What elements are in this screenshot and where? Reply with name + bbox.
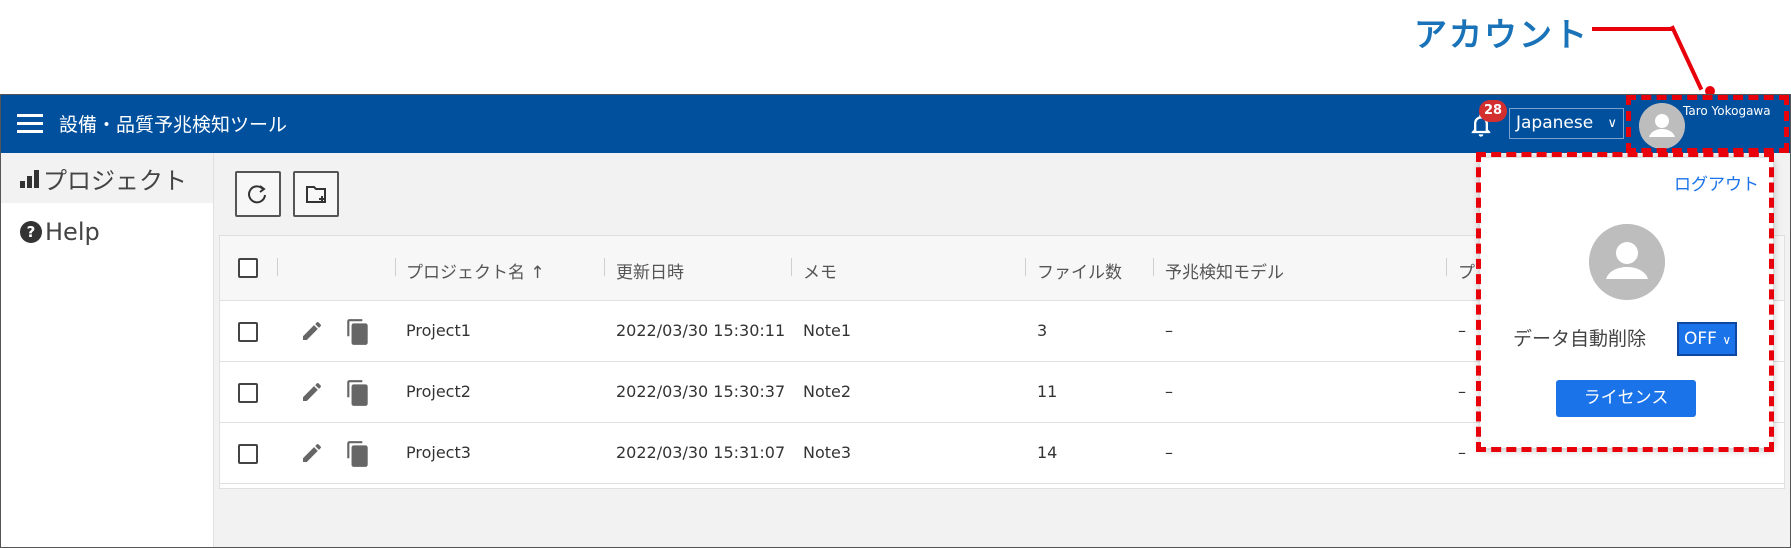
- sidebar-item-projects[interactable]: プロジェクト: [1, 153, 213, 203]
- column-separator: [1025, 258, 1026, 276]
- column-header-memo[interactable]: メモ: [803, 258, 837, 283]
- row-checkbox[interactable]: [238, 444, 258, 464]
- sidebar-item-help[interactable]: ? Help: [1, 207, 213, 257]
- cell-memo: Note3: [803, 443, 852, 462]
- sidebar: プロジェクト ? Help: [1, 153, 214, 547]
- cell-model: –: [1165, 382, 1173, 401]
- copy-icon[interactable]: [345, 318, 371, 346]
- cell-memo: Note1: [803, 321, 852, 340]
- cell-file-count: 3: [1037, 321, 1048, 340]
- row-checkbox[interactable]: [238, 322, 258, 342]
- cell-updated: 2022/03/30 15:30:11: [616, 321, 786, 340]
- help-circle-icon: ?: [20, 221, 42, 243]
- annotation-label: アカウント: [1414, 15, 1589, 54]
- cell-file-count: 11: [1037, 382, 1058, 401]
- edit-pencil-icon[interactable]: [300, 380, 324, 404]
- refresh-button[interactable]: [235, 171, 281, 217]
- notification-badge: 28: [1479, 100, 1507, 122]
- menu-highlight-frame: [1476, 152, 1774, 452]
- cell-project-name[interactable]: Project3: [406, 443, 471, 462]
- cell-project-name[interactable]: Project1: [406, 321, 471, 340]
- cell-updated: 2022/03/30 15:31:07: [616, 443, 786, 462]
- row-checkbox[interactable]: [238, 383, 258, 403]
- column-separator: [277, 258, 278, 276]
- app-title: 設備・品質予兆検知ツール: [59, 114, 288, 136]
- edit-pencil-icon[interactable]: [300, 441, 324, 465]
- cell-extra: –: [1458, 321, 1466, 340]
- column-header-updated[interactable]: 更新日時: [616, 258, 684, 283]
- cell-updated: 2022/03/30 15:30:37: [616, 382, 786, 401]
- column-header-project-name[interactable]: プロジェクト名 ↑: [406, 258, 545, 283]
- column-separator: [604, 258, 605, 276]
- new-folder-button[interactable]: [293, 171, 339, 217]
- column-header-file-count[interactable]: ファイル数: [1037, 258, 1122, 283]
- account-highlight-frame: [1626, 95, 1789, 153]
- cell-model: –: [1165, 443, 1173, 462]
- column-header-extra[interactable]: プ: [1458, 258, 1475, 283]
- sidebar-item-label: Help: [45, 218, 100, 246]
- column-separator: [395, 258, 396, 276]
- column-separator: [1446, 258, 1447, 276]
- callout-line-diagonal: [1670, 25, 1704, 91]
- new-folder-icon: [306, 186, 326, 203]
- cell-project-name[interactable]: Project2: [406, 382, 471, 401]
- chevron-down-icon: ∨: [1607, 116, 1617, 131]
- cell-memo: Note2: [803, 382, 852, 401]
- sidebar-item-label: プロジェクト: [43, 166, 187, 195]
- top-bar: 設備・品質予兆検知ツール 28 Japanese ∨ Taro Yokogawa: [1, 95, 1790, 153]
- cell-extra: –: [1458, 443, 1466, 462]
- hamburger-menu-icon[interactable]: [17, 114, 43, 134]
- cell-extra: –: [1458, 382, 1466, 401]
- bar-chart-icon: [20, 170, 39, 188]
- copy-icon[interactable]: [345, 440, 371, 468]
- cell-model: –: [1165, 321, 1173, 340]
- copy-icon[interactable]: [345, 379, 371, 407]
- edit-pencil-icon[interactable]: [300, 319, 324, 343]
- select-all-checkbox[interactable]: [238, 258, 258, 278]
- refresh-icon: [248, 185, 266, 204]
- column-header-model[interactable]: 予兆検知モデル: [1165, 258, 1284, 283]
- callout-line-horizontal: [1592, 27, 1672, 31]
- cell-file-count: 14: [1037, 443, 1058, 462]
- language-select[interactable]: Japanese ∨: [1509, 108, 1624, 139]
- column-separator: [1153, 258, 1154, 276]
- svg-text:?: ?: [27, 223, 36, 241]
- column-separator: [791, 258, 792, 276]
- language-value: Japanese: [1516, 113, 1594, 133]
